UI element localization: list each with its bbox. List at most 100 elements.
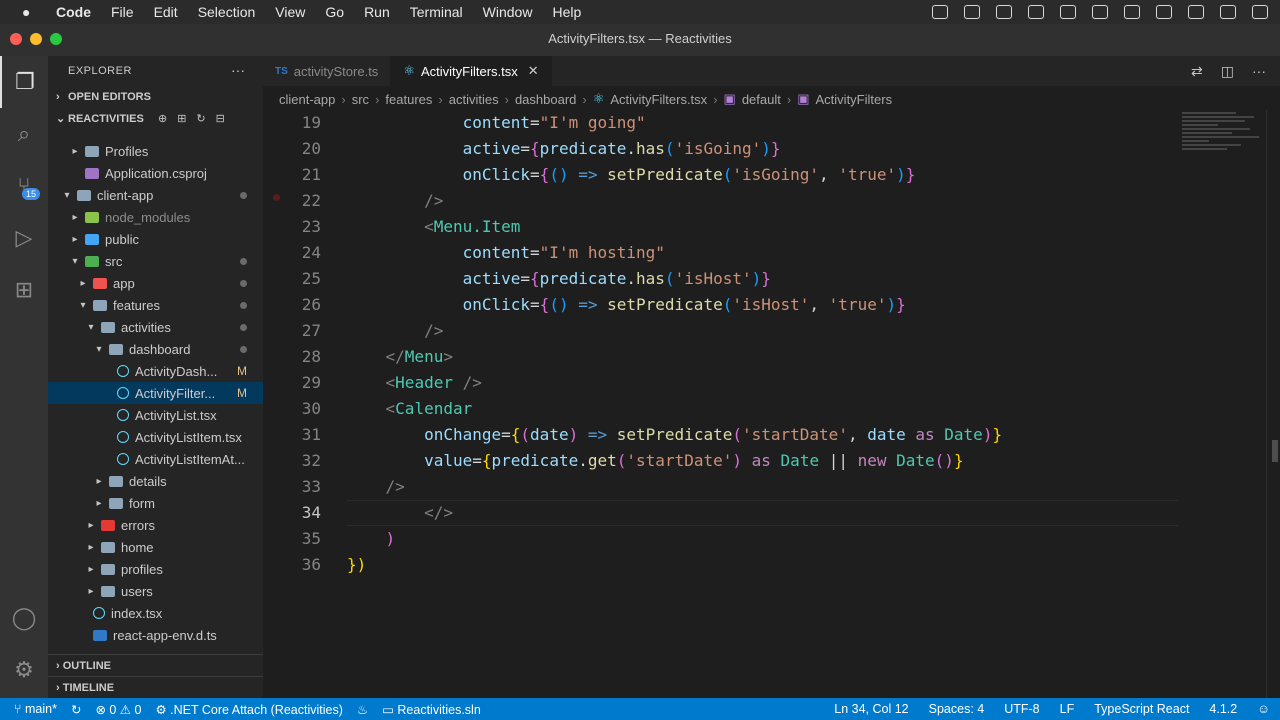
- indentation[interactable]: Spaces: 4: [929, 702, 985, 716]
- folder-item[interactable]: ▾ features: [48, 294, 263, 316]
- file-item[interactable]: ActivityDash... M: [48, 360, 263, 382]
- menu-window[interactable]: Window: [483, 4, 533, 20]
- file-item[interactable]: react-app-env.d.ts: [48, 624, 263, 646]
- code-editor[interactable]: 19 content="I'm going" 20 active={predica…: [263, 110, 1280, 698]
- folder-item[interactable]: ▾ activities: [48, 316, 263, 338]
- folder-item[interactable]: ▾ src: [48, 250, 263, 272]
- folder-item[interactable]: ▸ profiles: [48, 558, 263, 580]
- problems-indicator[interactable]: ⊗ 0 ⚠ 0: [95, 702, 141, 717]
- folder-item[interactable]: ▸ details: [48, 470, 263, 492]
- code-token: (: [664, 139, 675, 158]
- file-item[interactable]: Application.csproj: [48, 162, 263, 184]
- line-icon[interactable]: [932, 5, 948, 19]
- menu-terminal[interactable]: Terminal: [410, 4, 463, 20]
- folder-item[interactable]: ▸ home: [48, 536, 263, 558]
- compare-icon[interactable]: ⇄: [1191, 63, 1203, 80]
- menu-edit[interactable]: Edit: [154, 4, 178, 20]
- breadcrumb-item[interactable]: client-app: [279, 92, 335, 107]
- close-window-button[interactable]: [10, 33, 22, 45]
- tab-activity-filters[interactable]: ⚛ ActivityFilters.tsx ✕: [391, 56, 552, 86]
- accounts-icon[interactable]: ◯: [0, 592, 48, 644]
- language-mode[interactable]: TypeScript React: [1094, 702, 1189, 716]
- file-item[interactable]: index.tsx: [48, 602, 263, 624]
- run-debug-icon[interactable]: ▷: [0, 212, 48, 264]
- file-item[interactable]: ActivityFilter... M: [48, 382, 263, 404]
- folder-item[interactable]: ▾ dashboard: [48, 338, 263, 360]
- typescript-version[interactable]: 4.1.2: [1209, 702, 1237, 716]
- folder-item[interactable]: ▸ public: [48, 228, 263, 250]
- apple-icon[interactable]: ●: [22, 4, 42, 20]
- solution-indicator[interactable]: ▭ Reactivities.sln: [382, 702, 481, 717]
- folder-item[interactable]: ▸ app: [48, 272, 263, 294]
- tab-activity-store[interactable]: TS activityStore.ts: [263, 56, 392, 86]
- wifi-icon[interactable]: [1124, 5, 1140, 19]
- vertical-scrollbar[interactable]: [1266, 110, 1280, 698]
- file-item[interactable]: ActivityListItemAt...: [48, 448, 263, 470]
- user-icon[interactable]: [1156, 5, 1172, 19]
- siri-icon[interactable]: [1252, 5, 1268, 19]
- folder-item[interactable]: ▸ node_modules: [48, 206, 263, 228]
- menu-go[interactable]: Go: [325, 4, 344, 20]
- breadcrumb-item[interactable]: dashboard: [515, 92, 576, 107]
- breadcrumb-item[interactable]: ActivityFilters.tsx: [610, 92, 707, 107]
- menu-view[interactable]: View: [275, 4, 305, 20]
- folder-item[interactable]: ▾ client-app: [48, 184, 263, 206]
- breadcrumb-item[interactable]: ActivityFilters: [816, 92, 893, 107]
- menu-app-name[interactable]: Code: [56, 4, 91, 20]
- line-ending[interactable]: LF: [1060, 702, 1075, 716]
- folder-item[interactable]: ▸ users: [48, 580, 263, 602]
- menu-file[interactable]: File: [111, 4, 134, 20]
- breadcrumb-item[interactable]: default: [742, 92, 781, 107]
- settings-gear-icon[interactable]: ⚙: [0, 644, 48, 696]
- explorer-icon[interactable]: ❐: [0, 56, 48, 108]
- open-editors-section[interactable]: › OPEN EDITORS: [48, 86, 263, 108]
- project-section[interactable]: ⌄ REACTIVITIES ⊕⊞↻⊟: [48, 108, 263, 130]
- spotlight-icon[interactable]: [1188, 5, 1204, 19]
- clock-icon[interactable]: [964, 5, 980, 19]
- battery-icon[interactable]: [1092, 5, 1108, 19]
- file-item[interactable]: ActivityList.tsx: [48, 404, 263, 426]
- file-item[interactable]: ActivityListItem.tsx: [48, 426, 263, 448]
- code-line: 32 value={predicate.get('startDate') as …: [263, 448, 1178, 474]
- search-icon[interactable]: ⌕: [0, 108, 48, 160]
- code-token: />: [424, 321, 444, 340]
- breadcrumb-item[interactable]: src: [352, 92, 369, 107]
- code-token: content: [462, 243, 531, 262]
- outline-label: OUTLINE: [62, 660, 112, 672]
- folder-item[interactable]: ▸ form: [48, 492, 263, 514]
- timeline-section[interactable]: › TIMELINE: [48, 676, 263, 698]
- encoding[interactable]: UTF-8: [1004, 702, 1039, 716]
- code-token: .: [626, 269, 637, 288]
- breadcrumb-item[interactable]: activities: [449, 92, 499, 107]
- split-editor-icon[interactable]: ◫: [1221, 63, 1234, 80]
- more-icon[interactable]: ···: [1252, 63, 1266, 80]
- explorer-actions[interactable]: ⊕⊞↻⊟: [158, 108, 235, 130]
- control-center-icon[interactable]: [1220, 5, 1236, 19]
- close-tab-icon[interactable]: ✕: [528, 63, 539, 79]
- screen-record-icon[interactable]: [996, 5, 1012, 19]
- menu-help[interactable]: Help: [552, 4, 581, 20]
- cursor-position[interactable]: Ln 34, Col 12: [834, 702, 908, 716]
- branch-indicator[interactable]: ⑂ main*: [14, 702, 57, 716]
- source-control-icon[interactable]: ⑂ 15: [0, 160, 48, 212]
- menu-selection[interactable]: Selection: [198, 4, 256, 20]
- window-icon[interactable]: [1028, 5, 1044, 19]
- folder-icon: [77, 189, 91, 201]
- volume-icon[interactable]: [1060, 5, 1076, 19]
- minimap[interactable]: [1182, 110, 1272, 180]
- folder-item[interactable]: ▸ Profiles: [48, 140, 263, 162]
- sync-icon[interactable]: ↻: [71, 702, 81, 717]
- outline-section[interactable]: › OUTLINE: [48, 654, 263, 676]
- flame-icon[interactable]: ♨: [357, 702, 368, 717]
- breadcrumb-item[interactable]: features: [385, 92, 432, 107]
- more-actions-icon[interactable]: ···: [231, 62, 245, 78]
- minimize-window-button[interactable]: [30, 33, 42, 45]
- debug-target[interactable]: ⚙ .NET Core Attach (Reactivities): [155, 702, 342, 717]
- folder-item[interactable]: ▸ errors: [48, 514, 263, 536]
- scrollbar-thumb[interactable]: [1272, 440, 1278, 462]
- extensions-icon[interactable]: ⊞: [0, 264, 48, 316]
- zoom-window-button[interactable]: [50, 33, 62, 45]
- symbol-icon: ▣: [723, 91, 736, 106]
- menu-run[interactable]: Run: [364, 4, 390, 20]
- feedback-icon[interactable]: ☺: [1257, 702, 1270, 716]
